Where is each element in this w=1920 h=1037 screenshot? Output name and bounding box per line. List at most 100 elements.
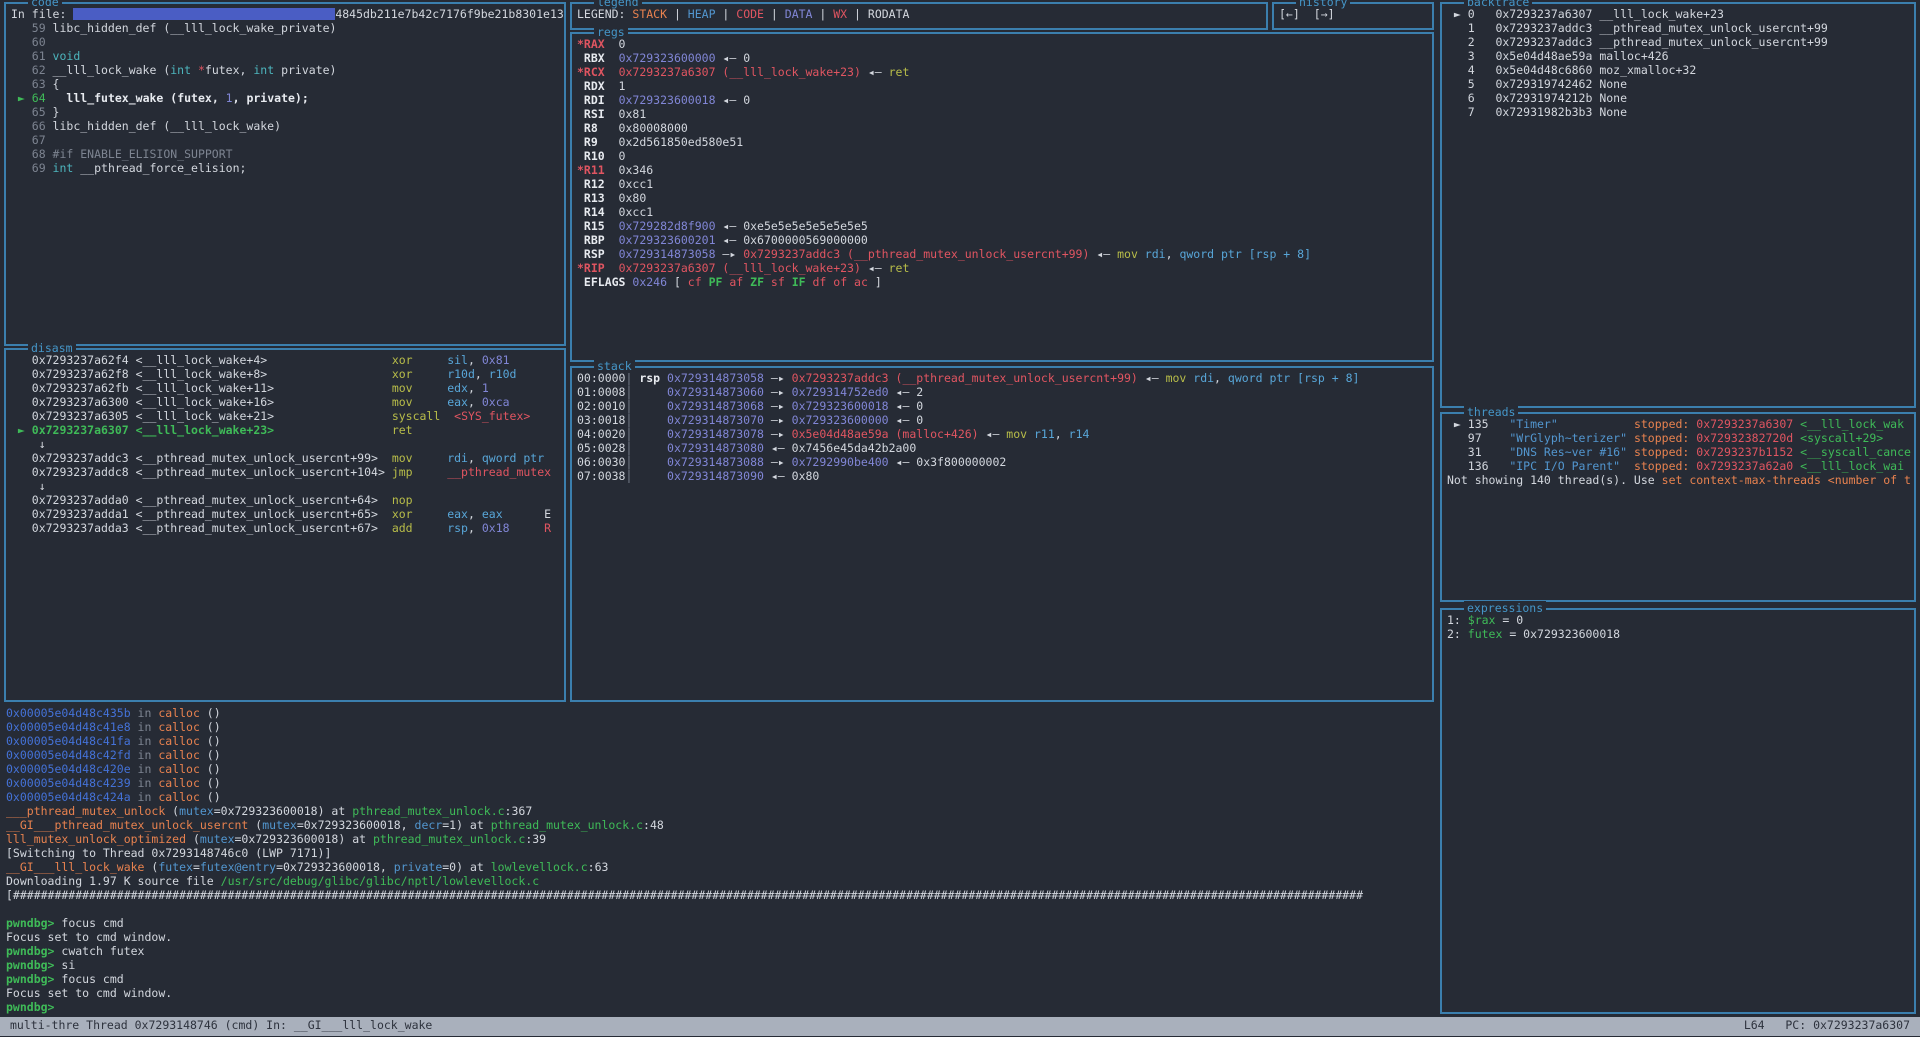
text-line: 0x00005e04d48c420e in calloc () xyxy=(6,762,1444,776)
expressions-content: 1: $rax = 02: futex = 0x729323600018 xyxy=(1442,610,1914,1012)
text-line: 0x7293237adda1 <__pthread_mutex_unlock_u… xyxy=(11,507,559,521)
text-line: 01:0008│ 0x729314873060 —▸ 0x729314752ed… xyxy=(577,385,1427,399)
text-line: 0x7293237adda3 <__pthread_mutex_unlock_u… xyxy=(11,521,559,535)
text-line: 02:0010│ 0x729314873068 —▸ 0x72932360001… xyxy=(577,399,1427,413)
backtrace-panel-title: backtrace xyxy=(1464,0,1532,9)
text-line: 59 libc_hidden_def (__lll_lock_wake_priv… xyxy=(11,21,559,35)
redacted-filename-block xyxy=(73,8,335,20)
text-line: EFLAGS 0x246 [ cf PF af ZF sf IF df of a… xyxy=(577,275,1427,289)
source-code-content: In file: 4845db211e7b42c7176f9be21b8301e… xyxy=(6,4,564,344)
text-line: 0x7293237a62f4 <__lll_lock_wake+4> xor s… xyxy=(11,353,559,367)
text-line: ↓ xyxy=(11,437,559,451)
text-line: pwndbg> xyxy=(6,1000,1444,1014)
legend-panel: legend LEGEND: STACK | HEAP | CODE | DAT… xyxy=(570,2,1268,30)
text-line: RDI 0x729323600018 ◂— 0 xyxy=(577,93,1427,107)
text-line: 05:0028│ 0x729314873080 ◂— 0x7456e45da42… xyxy=(577,441,1427,455)
text-line: 2: futex = 0x729323600018 xyxy=(1447,627,1909,641)
text-line: pwndbg> si xyxy=(6,958,1444,972)
text-line: R8 0x80008000 xyxy=(577,121,1427,135)
expressions-panel-title: expressions xyxy=(1464,601,1546,615)
history-panel-title: history xyxy=(1296,0,1350,9)
text-line: 0x7293237adda0 <__pthread_mutex_unlock_u… xyxy=(11,493,559,507)
text-line: 66 libc_hidden_def (__lll_lock_wake) xyxy=(11,119,559,133)
text-line: 0x00005e04d48c4239 in calloc () xyxy=(6,776,1444,790)
text-line: __GI___pthread_mutex_unlock_usercnt (mut… xyxy=(6,818,1444,832)
text-line: RBP 0x729323600201 ◂— 0x6700000569000000 xyxy=(577,233,1427,247)
backtrace-content: ► 0 0x7293237a6307 __lll_lock_wake+23 1 … xyxy=(1442,4,1914,406)
text-line: Downloading 1.97 K source file /usr/src/… xyxy=(6,874,1444,888)
text-line: 68 #if ENABLE_ELISION_SUPPORT xyxy=(11,147,559,161)
text-line xyxy=(6,902,1444,916)
text-line: 1: $rax = 0 xyxy=(1447,613,1909,627)
text-line: 0x7293237a6300 <__lll_lock_wake+16> mov … xyxy=(11,395,559,409)
text-line: R10 0 xyxy=(577,149,1427,163)
registers-panel: regs *RAX 0 RBX 0x729323600000 ◂— 0*RCX … xyxy=(570,32,1434,362)
disassembly-content: 0x7293237a62f4 <__lll_lock_wake+4> xor s… xyxy=(6,350,564,700)
source-code-panel: code In file: 4845db211e7b42c7176f9be21b… xyxy=(4,2,566,346)
text-line: 0x7293237a62fb <__lll_lock_wake+11> mov … xyxy=(11,381,559,395)
command-terminal[interactable]: 0x00005e04d48c435b in calloc () 0x00005e0… xyxy=(0,706,1444,1014)
text-line: RDX 1 xyxy=(577,79,1427,93)
history-forward-button[interactable]: [→] xyxy=(1314,7,1335,25)
text-line: 0x7293237a62f8 <__lll_lock_wake+8> xor r… xyxy=(11,367,559,381)
text-line: R9 0x2d561850ed580e51 xyxy=(577,135,1427,149)
text-line: ↓ xyxy=(11,479,559,493)
text-line: 07:0038│ 0x729314873090 ◂— 0x80 xyxy=(577,469,1427,483)
text-line: R14 0xcc1 xyxy=(577,205,1427,219)
text-line: 7 0x72931982b3b3 None xyxy=(1447,105,1909,119)
text-line: 5 0x729319742462 None xyxy=(1447,77,1909,91)
text-line: RSP 0x729314873058 —▸ 0x7293237addc3 (__… xyxy=(577,247,1427,261)
text-line: 6 0x72931974212b None xyxy=(1447,91,1909,105)
history-panel: history [←] [→] xyxy=(1272,2,1434,30)
code-panel-title: code xyxy=(28,0,62,9)
text-line: [#######################################… xyxy=(6,888,1444,902)
pwndbg-debugger-window: code In file: 4845db211e7b42c7176f9be21b… xyxy=(0,0,1920,1037)
status-bar: multi-thre Thread 0x7293148746 (cmd) In:… xyxy=(0,1017,1920,1036)
disassembly-panel-title: disasm xyxy=(28,341,76,355)
text-line: 3 0x5e04d48ae59a malloc+426 xyxy=(1447,49,1909,63)
text-line: *R11 0x346 xyxy=(577,163,1427,177)
text-line: [Switching to Thread 0x7293148746c0 (LWP… xyxy=(6,846,1444,860)
text-line: 00:0000│ rsp 0x729314873058 —▸ 0x7293237… xyxy=(577,371,1427,385)
text-line: RBX 0x729323600000 ◂— 0 xyxy=(577,51,1427,65)
text-line: 03:0018│ 0x729314873070 —▸ 0x72932360000… xyxy=(577,413,1427,427)
backtrace-panel: backtrace ► 0 0x7293237a6307 __lll_lock_… xyxy=(1440,2,1916,408)
text-line: 31 "DNS Res~ver #16" stopped: 0x7293237b… xyxy=(1447,445,1909,459)
text-line: 0x00005e04d48c435b in calloc () xyxy=(6,706,1444,720)
threads-content: ► 135 "Timer" stopped: 0x7293237a6307 <_… xyxy=(1442,414,1914,600)
text-line: 61 void xyxy=(11,49,559,63)
text-line: 4 0x5e04d48c6860 moz_xmalloc+32 xyxy=(1447,63,1909,77)
registers-content: *RAX 0 RBX 0x729323600000 ◂— 0*RCX 0x729… xyxy=(572,34,1432,360)
registers-panel-title: regs xyxy=(594,25,628,39)
text-line: 0x00005e04d48c424a in calloc () xyxy=(6,790,1444,804)
text-line: ► 0 0x7293237a6307 __lll_lock_wake+23 xyxy=(1447,7,1909,21)
text-line: 1 0x7293237addc3 __pthread_mutex_unlock_… xyxy=(1447,21,1909,35)
text-line: In file: 4845db211e7b42c7176f9be21b8301e… xyxy=(11,7,559,21)
text-line: 67 xyxy=(11,133,559,147)
text-line: pwndbg> cwatch futex xyxy=(6,944,1444,958)
text-line: R13 0x80 xyxy=(577,191,1427,205)
text-line: 0x7293237addc3 <__pthread_mutex_unlock_u… xyxy=(11,451,559,465)
history-back-button[interactable]: [←] xyxy=(1279,7,1300,25)
text-line: 63 { xyxy=(11,77,559,91)
text-line: RSI 0x81 xyxy=(577,107,1427,121)
text-line: __GI___lll_lock_wake (futex=futex@entry=… xyxy=(6,860,1444,874)
text-line: ► 64 lll_futex_wake (futex, 1, private); xyxy=(11,91,559,105)
text-line: *RIP 0x7293237a6307 (__lll_lock_wake+23)… xyxy=(577,261,1427,275)
text-line: pwndbg> focus cmd xyxy=(6,916,1444,930)
stack-panel-title: stack xyxy=(594,359,635,373)
expressions-panel: expressions 1: $rax = 02: futex = 0x7293… xyxy=(1440,608,1916,1014)
text-line: 69 int __pthread_force_elision; xyxy=(11,161,559,175)
statusbar-context: multi-thre Thread 0x7293148746 (cmd) In:… xyxy=(10,1018,432,1035)
text-line: 136 "IPC I/O Parent" stopped: 0x7293237a… xyxy=(1447,459,1909,473)
text-line: 0x7293237a6305 <__lll_lock_wake+21> sysc… xyxy=(11,409,559,423)
threads-panel: threads ► 135 "Timer" stopped: 0x7293237… xyxy=(1440,412,1916,602)
text-line: Focus set to cmd window. xyxy=(6,986,1444,1000)
text-line: pwndbg> focus cmd xyxy=(6,972,1444,986)
text-line: 97 "WrGlyph~terizer" stopped: 0x72932382… xyxy=(1447,431,1909,445)
text-line: R12 0xcc1 xyxy=(577,177,1427,191)
text-line: *RCX 0x7293237a6307 (__lll_lock_wake+23)… xyxy=(577,65,1427,79)
legend-content: LEGEND: STACK | HEAP | CODE | DATA | WX … xyxy=(572,4,1266,28)
text-line: Not showing 140 thread(s). Use set conte… xyxy=(1447,473,1909,487)
text-line: *RAX 0 xyxy=(577,37,1427,51)
